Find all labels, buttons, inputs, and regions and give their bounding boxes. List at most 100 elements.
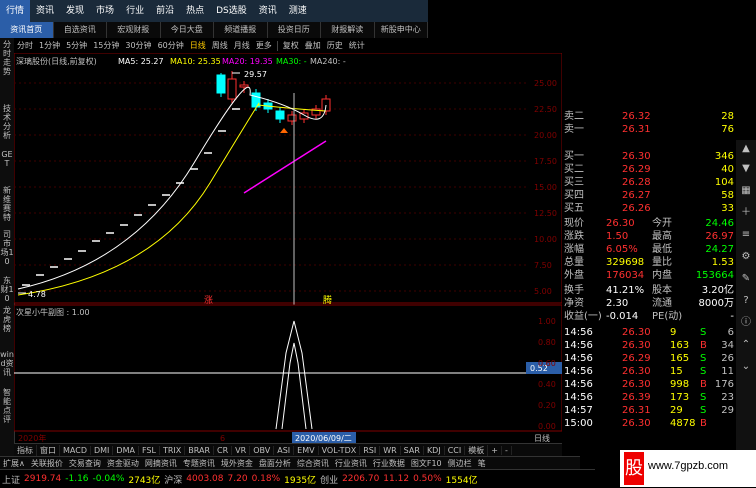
left-tab-8[interactable]: 智能点评 <box>0 388 14 424</box>
indicator-12[interactable]: EMV <box>294 446 319 455</box>
list-icon[interactable]: ≡ <box>739 228 753 242</box>
period-3[interactable]: 15分钟 <box>90 40 122 51</box>
indicator-10[interactable]: OBV <box>250 446 275 455</box>
left-tab-6[interactable]: 龙虎榜 <box>0 306 14 333</box>
tick-vol: 165 <box>670 353 690 364</box>
period-0[interactable]: 分时 <box>14 40 36 51</box>
ext-6[interactable]: 境外资金 <box>218 458 256 469</box>
subtab-2[interactable]: 宏观财报 <box>107 22 161 38</box>
y-tick-sub: 0.40 <box>538 380 556 389</box>
period-13[interactable]: 统计 <box>346 40 368 51</box>
period-6[interactable]: 日线 <box>187 40 209 51</box>
menu-item-6[interactable]: 热点 <box>180 0 210 22</box>
indicator-5[interactable]: FSL <box>139 446 160 455</box>
subtab-1[interactable]: 自选资讯 <box>54 22 107 38</box>
indicator-4[interactable]: DMA <box>113 446 139 455</box>
ext-7[interactable]: 盘面分析 <box>256 458 294 469</box>
indicator-11[interactable]: ASI <box>274 446 295 455</box>
left-tab-3[interactable]: 新维赛特 <box>0 186 14 222</box>
ext-4[interactable]: 网摘资讯 <box>142 458 180 469</box>
menu-item-4[interactable]: 行业 <box>120 0 150 22</box>
chevron-down-icon[interactable]: ⌄ <box>739 360 753 374</box>
indicator-17[interactable]: KDJ <box>424 446 445 455</box>
status-item: 2743亿 <box>128 475 161 486</box>
ext-9[interactable]: 行业资讯 <box>332 458 370 469</box>
subtab-7[interactable]: 新股申中心 <box>375 22 428 38</box>
period-11[interactable]: 叠加 <box>302 40 324 51</box>
indicator-6[interactable]: TRIX <box>160 446 186 455</box>
subtab-6[interactable]: 财报解读 <box>321 22 375 38</box>
period-2[interactable]: 5分钟 <box>63 40 90 51</box>
indicator-18[interactable]: CCI <box>445 446 466 455</box>
indicator-7[interactable]: BRAR <box>185 446 215 455</box>
ext-11[interactable]: 图文F10 <box>408 458 445 469</box>
tools-icon[interactable]: ✎ <box>739 272 753 286</box>
ext-10[interactable]: 行业数据 <box>370 458 408 469</box>
indicator-13[interactable]: VOL-TDX <box>319 446 361 455</box>
kline-chart[interactable]: 深璃股份(日线,前复权) MA5: 25.27 MA10: 25.35 MA20… <box>14 53 562 443</box>
left-tab-0[interactable]: 分时走势 <box>0 40 14 76</box>
indicator-20[interactable]: + <box>488 446 502 455</box>
indicator-9[interactable]: VR <box>232 446 251 455</box>
ext-8[interactable]: 综合资讯 <box>294 458 332 469</box>
y-tick-main: 10.00 <box>534 235 557 244</box>
indicator-2[interactable]: MACD <box>60 446 91 455</box>
ext-1[interactable]: 关联报价 <box>28 458 66 469</box>
left-tab-7[interactable]: wind资讯 <box>0 350 14 377</box>
sub-title: 次星小牛副图 : 1.00 <box>16 307 90 317</box>
indicator-1[interactable]: 窗口 <box>37 445 60 456</box>
subtab-3[interactable]: 今日大盘 <box>161 22 214 38</box>
period-4[interactable]: 30分钟 <box>122 40 154 51</box>
period-12[interactable]: 历史 <box>324 40 346 51</box>
down-arrow-icon[interactable]: ▼ <box>739 162 753 176</box>
indicator-14[interactable]: RSI <box>360 446 381 455</box>
ext-2[interactable]: 交易查询 <box>66 458 104 469</box>
period-1[interactable]: 1分钟 <box>36 40 63 51</box>
info-icon[interactable]: ⓘ <box>739 316 753 330</box>
chevron-up-icon[interactable]: ⌃ <box>739 338 753 352</box>
indicator-0[interactable]: 指标 <box>14 445 37 456</box>
help-icon[interactable]: ? <box>739 294 753 308</box>
menu-item-1[interactable]: 资讯 <box>30 0 60 22</box>
quote-row: 外盘 176034 内盘 153664 <box>562 269 734 282</box>
menu-item-8[interactable]: 资讯 <box>253 0 283 22</box>
ext-5[interactable]: 专题资讯 <box>180 458 218 469</box>
settings-icon[interactable]: ⚙ <box>739 250 753 264</box>
stats-cell: 8000万 <box>698 298 734 309</box>
ext-3[interactable]: 资金驱动 <box>104 458 142 469</box>
menu-item-2[interactable]: 发现 <box>60 0 90 22</box>
menu-item-7[interactable]: DS选股 <box>210 0 253 22</box>
grid-icon[interactable]: ▦ <box>739 184 753 198</box>
subtab-4[interactable]: 频道播报 <box>214 22 268 38</box>
menu-item-9[interactable]: 测速 <box>283 0 313 22</box>
status-item: 2206.70 <box>342 474 380 484</box>
period-10[interactable]: 复权 <box>280 40 302 51</box>
indicator-19[interactable]: 模板 <box>465 445 489 456</box>
indicator-3[interactable]: DMI <box>91 446 114 455</box>
period-7[interactable]: 周线 <box>209 40 231 51</box>
subtab-5[interactable]: 投资日历 <box>268 22 321 38</box>
ext-13[interactable]: 笔 <box>475 458 489 469</box>
period-8[interactable]: 月线 <box>231 40 253 51</box>
menu-item-0[interactable]: 行情 <box>0 0 31 22</box>
status-item: 4003.08 <box>186 474 224 484</box>
buy-label: 买二 <box>564 164 584 175</box>
indicator-15[interactable]: WR <box>380 446 401 455</box>
subtab-0[interactable]: 资讯首页 <box>0 22 54 38</box>
left-tab-5[interactable]: 东财10 <box>0 276 14 303</box>
menu-item-5[interactable]: 前沿 <box>150 0 180 22</box>
left-tab-1[interactable]: 技术分析 <box>0 104 14 140</box>
ext-12[interactable]: 侧边栏 <box>445 458 475 469</box>
menu-item-3[interactable]: 市场 <box>90 0 120 22</box>
plus-icon[interactable]: ＋ <box>739 206 753 220</box>
indicator-16[interactable]: SAR <box>401 446 424 455</box>
indicator-21[interactable]: - <box>502 446 512 455</box>
period-5[interactable]: 60分钟 <box>155 40 187 51</box>
up-arrow-icon[interactable]: ▲ <box>739 142 753 156</box>
period-9[interactable]: 更多 <box>253 40 275 51</box>
left-tab-4[interactable]: 司市场10 <box>0 230 14 266</box>
indicator-8[interactable]: CR <box>214 446 233 455</box>
left-tab-2[interactable]: GET <box>0 150 14 168</box>
ext-0[interactable]: 扩展∧ <box>0 458 28 469</box>
main-pane <box>14 53 562 304</box>
